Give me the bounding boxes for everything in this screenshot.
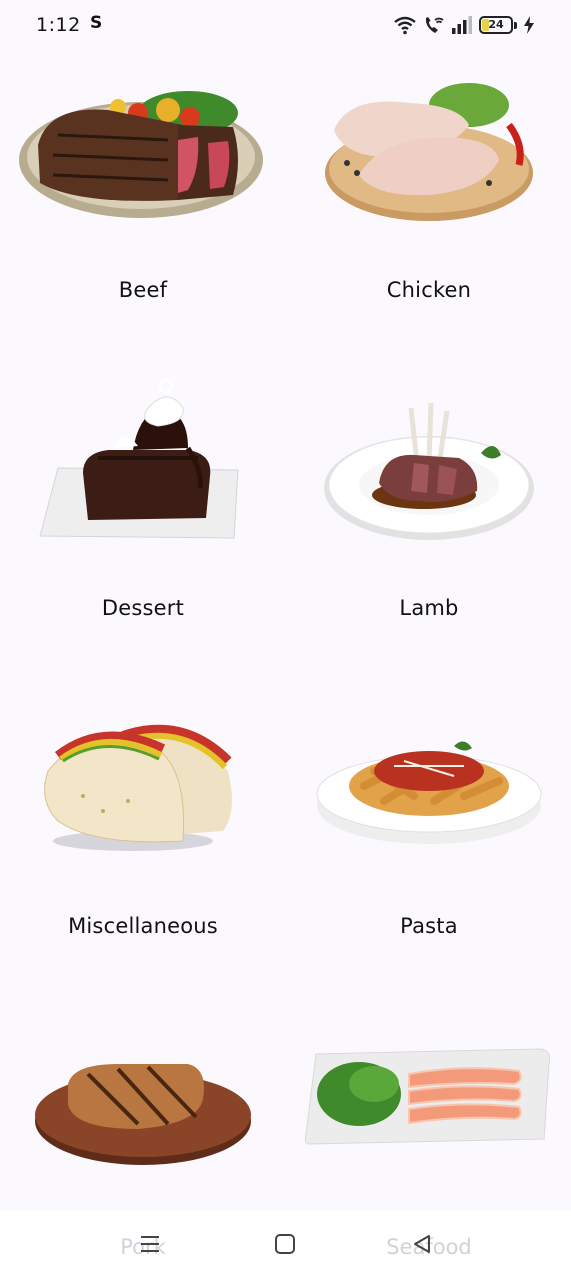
- steak-image: [19, 91, 263, 218]
- category-tile-dessert[interactable]: Dessert: [0, 368, 286, 686]
- category-tile-pasta[interactable]: Pasta: [286, 686, 571, 1004]
- category-label: Pasta: [400, 914, 458, 938]
- wifi-call-icon: [425, 17, 444, 33]
- home-icon[interactable]: [265, 1228, 305, 1260]
- lamb-chops-image: [324, 402, 534, 540]
- battery-level: 24: [488, 18, 504, 31]
- category-tile-lamb[interactable]: Lamb: [286, 368, 571, 686]
- chicken-image: [325, 83, 533, 221]
- category-label: Chicken: [386, 278, 472, 302]
- status-bar: 1:12 S 24: [0, 0, 571, 50]
- category-label: Lamb: [399, 596, 459, 620]
- pork-chop-image: [35, 1064, 251, 1165]
- charging-icon: [524, 16, 534, 34]
- back-icon[interactable]: [402, 1228, 442, 1260]
- carrier-icon: S: [90, 13, 103, 33]
- battery-icon: 24: [479, 16, 517, 34]
- signal-icon: [452, 16, 472, 34]
- wifi-icon: [394, 16, 416, 35]
- status-time: 1:12: [36, 14, 81, 36]
- pasta-image: [316, 741, 542, 844]
- category-tile-beef[interactable]: Beef: [0, 50, 286, 368]
- menu-icon[interactable]: [130, 1228, 170, 1260]
- brownie-image: [39, 378, 239, 539]
- tacos-image: [44, 724, 232, 851]
- category-label: Miscellaneous: [68, 914, 218, 938]
- category-tile-chicken[interactable]: Chicken: [286, 50, 571, 368]
- category-tile-miscellaneous[interactable]: Miscellaneous: [0, 686, 286, 1004]
- salmon-image: [304, 1048, 550, 1145]
- category-label: Beef: [118, 278, 168, 302]
- category-label: Dessert: [101, 596, 185, 620]
